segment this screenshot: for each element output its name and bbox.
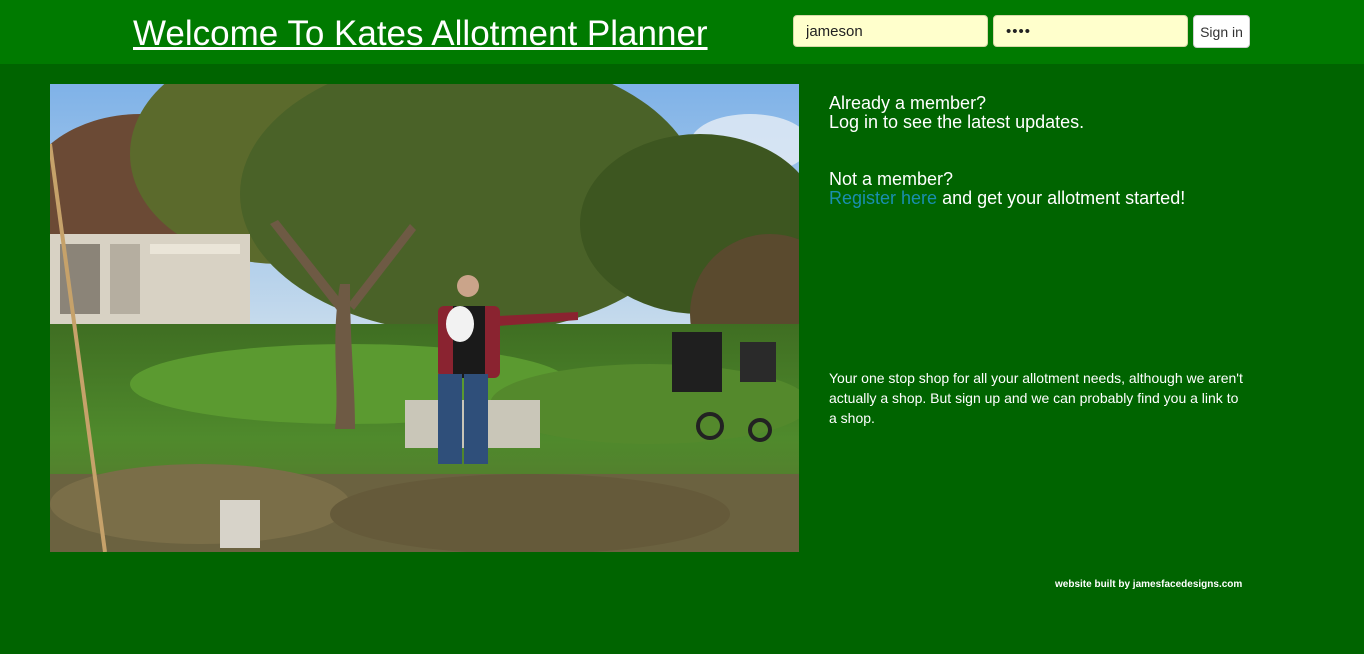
register-link[interactable]: Register here	[829, 188, 937, 208]
register-prompt: Not a member? Register here and get your…	[829, 170, 1185, 208]
tagline: Your one stop shop for all your allotmen…	[829, 370, 1243, 426]
register-suffix: and get your allotment started!	[937, 188, 1186, 208]
member-prompt: Already a member? Log in to see the late…	[829, 94, 1084, 132]
password-input[interactable]	[993, 15, 1188, 47]
header-bar: Welcome To Kates Allotment Planner Sign …	[0, 0, 1364, 64]
username-input[interactable]	[793, 15, 988, 47]
allotment-photo	[50, 84, 799, 552]
footer-credit: website built by jamesfacedesigns.com	[1055, 579, 1243, 590]
member-heading: Already a member?	[829, 93, 987, 113]
sign-in-button[interactable]: Sign in	[1193, 15, 1250, 48]
site-title[interactable]: Welcome To Kates Allotment Planner	[133, 12, 708, 56]
not-member-heading: Not a member?	[829, 169, 954, 189]
member-text: Log in to see the latest updates.	[829, 112, 1085, 132]
